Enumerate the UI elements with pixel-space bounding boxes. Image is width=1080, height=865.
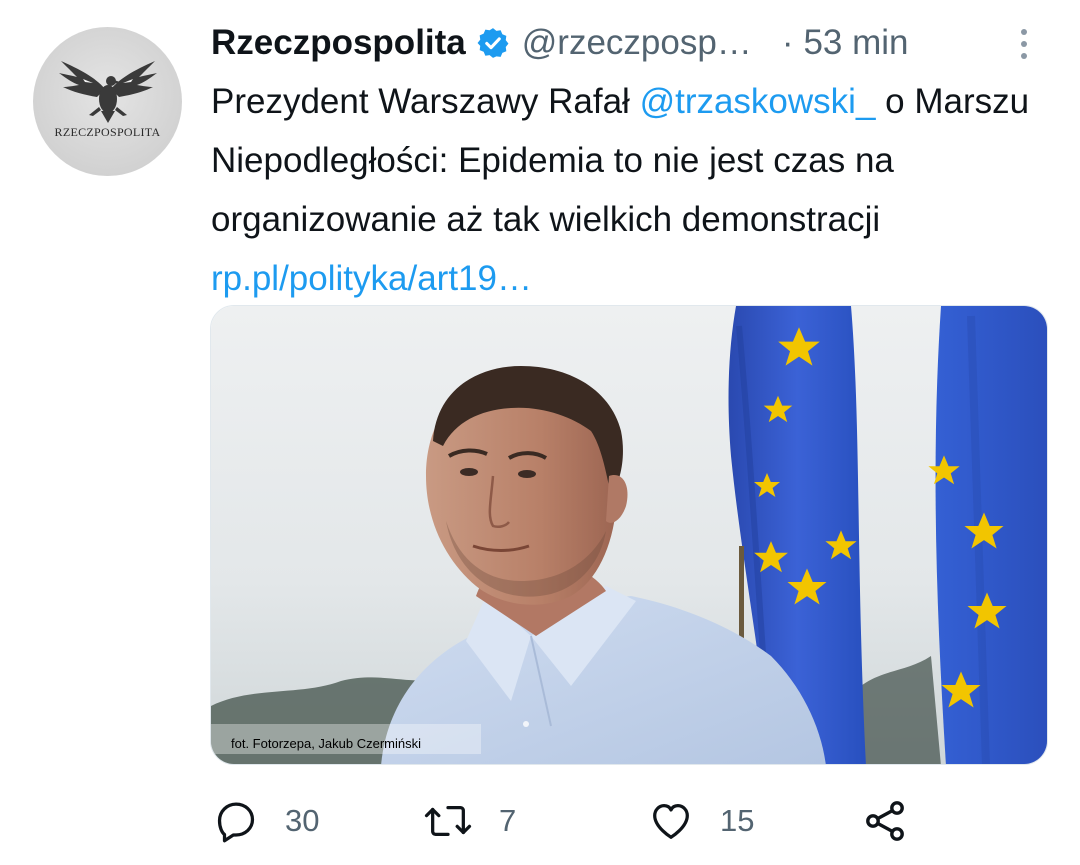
like-count: 15 (720, 803, 755, 838)
like-button[interactable]: 15 (648, 796, 754, 846)
more-vertical-icon[interactable] (1017, 24, 1031, 64)
article-link[interactable]: rp.pl/polityka/art19… (211, 259, 532, 298)
photo-man-eu-flags (211, 306, 1047, 764)
verified-badge-icon (477, 28, 509, 58)
separator-dot: · (781, 23, 794, 62)
tweet-image[interactable]: fot. Fotorzepa, Jakub Czermiński (210, 305, 1048, 765)
retweet-button[interactable]: 7 (423, 796, 516, 846)
tweet[interactable]: RZECZPOSPOLITA Rzeczpospolita @rzeczposp… (0, 0, 1080, 865)
tweet-text: Prezydent Warszawy Rafał @trzaskowski_ o… (211, 72, 1041, 308)
retweet-icon (424, 805, 472, 837)
share-icon (866, 801, 904, 841)
mention-link[interactable]: @trzaskowski_ (640, 82, 876, 121)
heart-icon (653, 804, 689, 839)
reply-button[interactable]: 30 (213, 796, 319, 846)
account-handle[interactable]: @rzeczposp… (522, 23, 752, 63)
reply-count: 30 (285, 803, 320, 838)
share-button[interactable] (861, 796, 909, 846)
retweet-count: 7 (499, 803, 517, 838)
reply-icon (217, 802, 255, 843)
tweet-text-part1: Prezydent Warszawy Rafał (211, 82, 640, 121)
account-name[interactable]: Rzeczpospolita (211, 23, 466, 63)
image-caption: fot. Fotorzepa, Jakub Czermiński (231, 736, 422, 751)
eagle-logo-icon (59, 61, 157, 123)
tweet-header: Rzeczpospolita @rzeczposp… · 53 min (211, 18, 1041, 68)
action-bar: 30 7 15 (213, 796, 1053, 846)
avatar-logo-text: RZECZPOSPOLITA (54, 125, 161, 139)
tweet-timestamp[interactable]: 53 min (803, 23, 908, 63)
avatar[interactable]: RZECZPOSPOLITA (33, 27, 182, 176)
